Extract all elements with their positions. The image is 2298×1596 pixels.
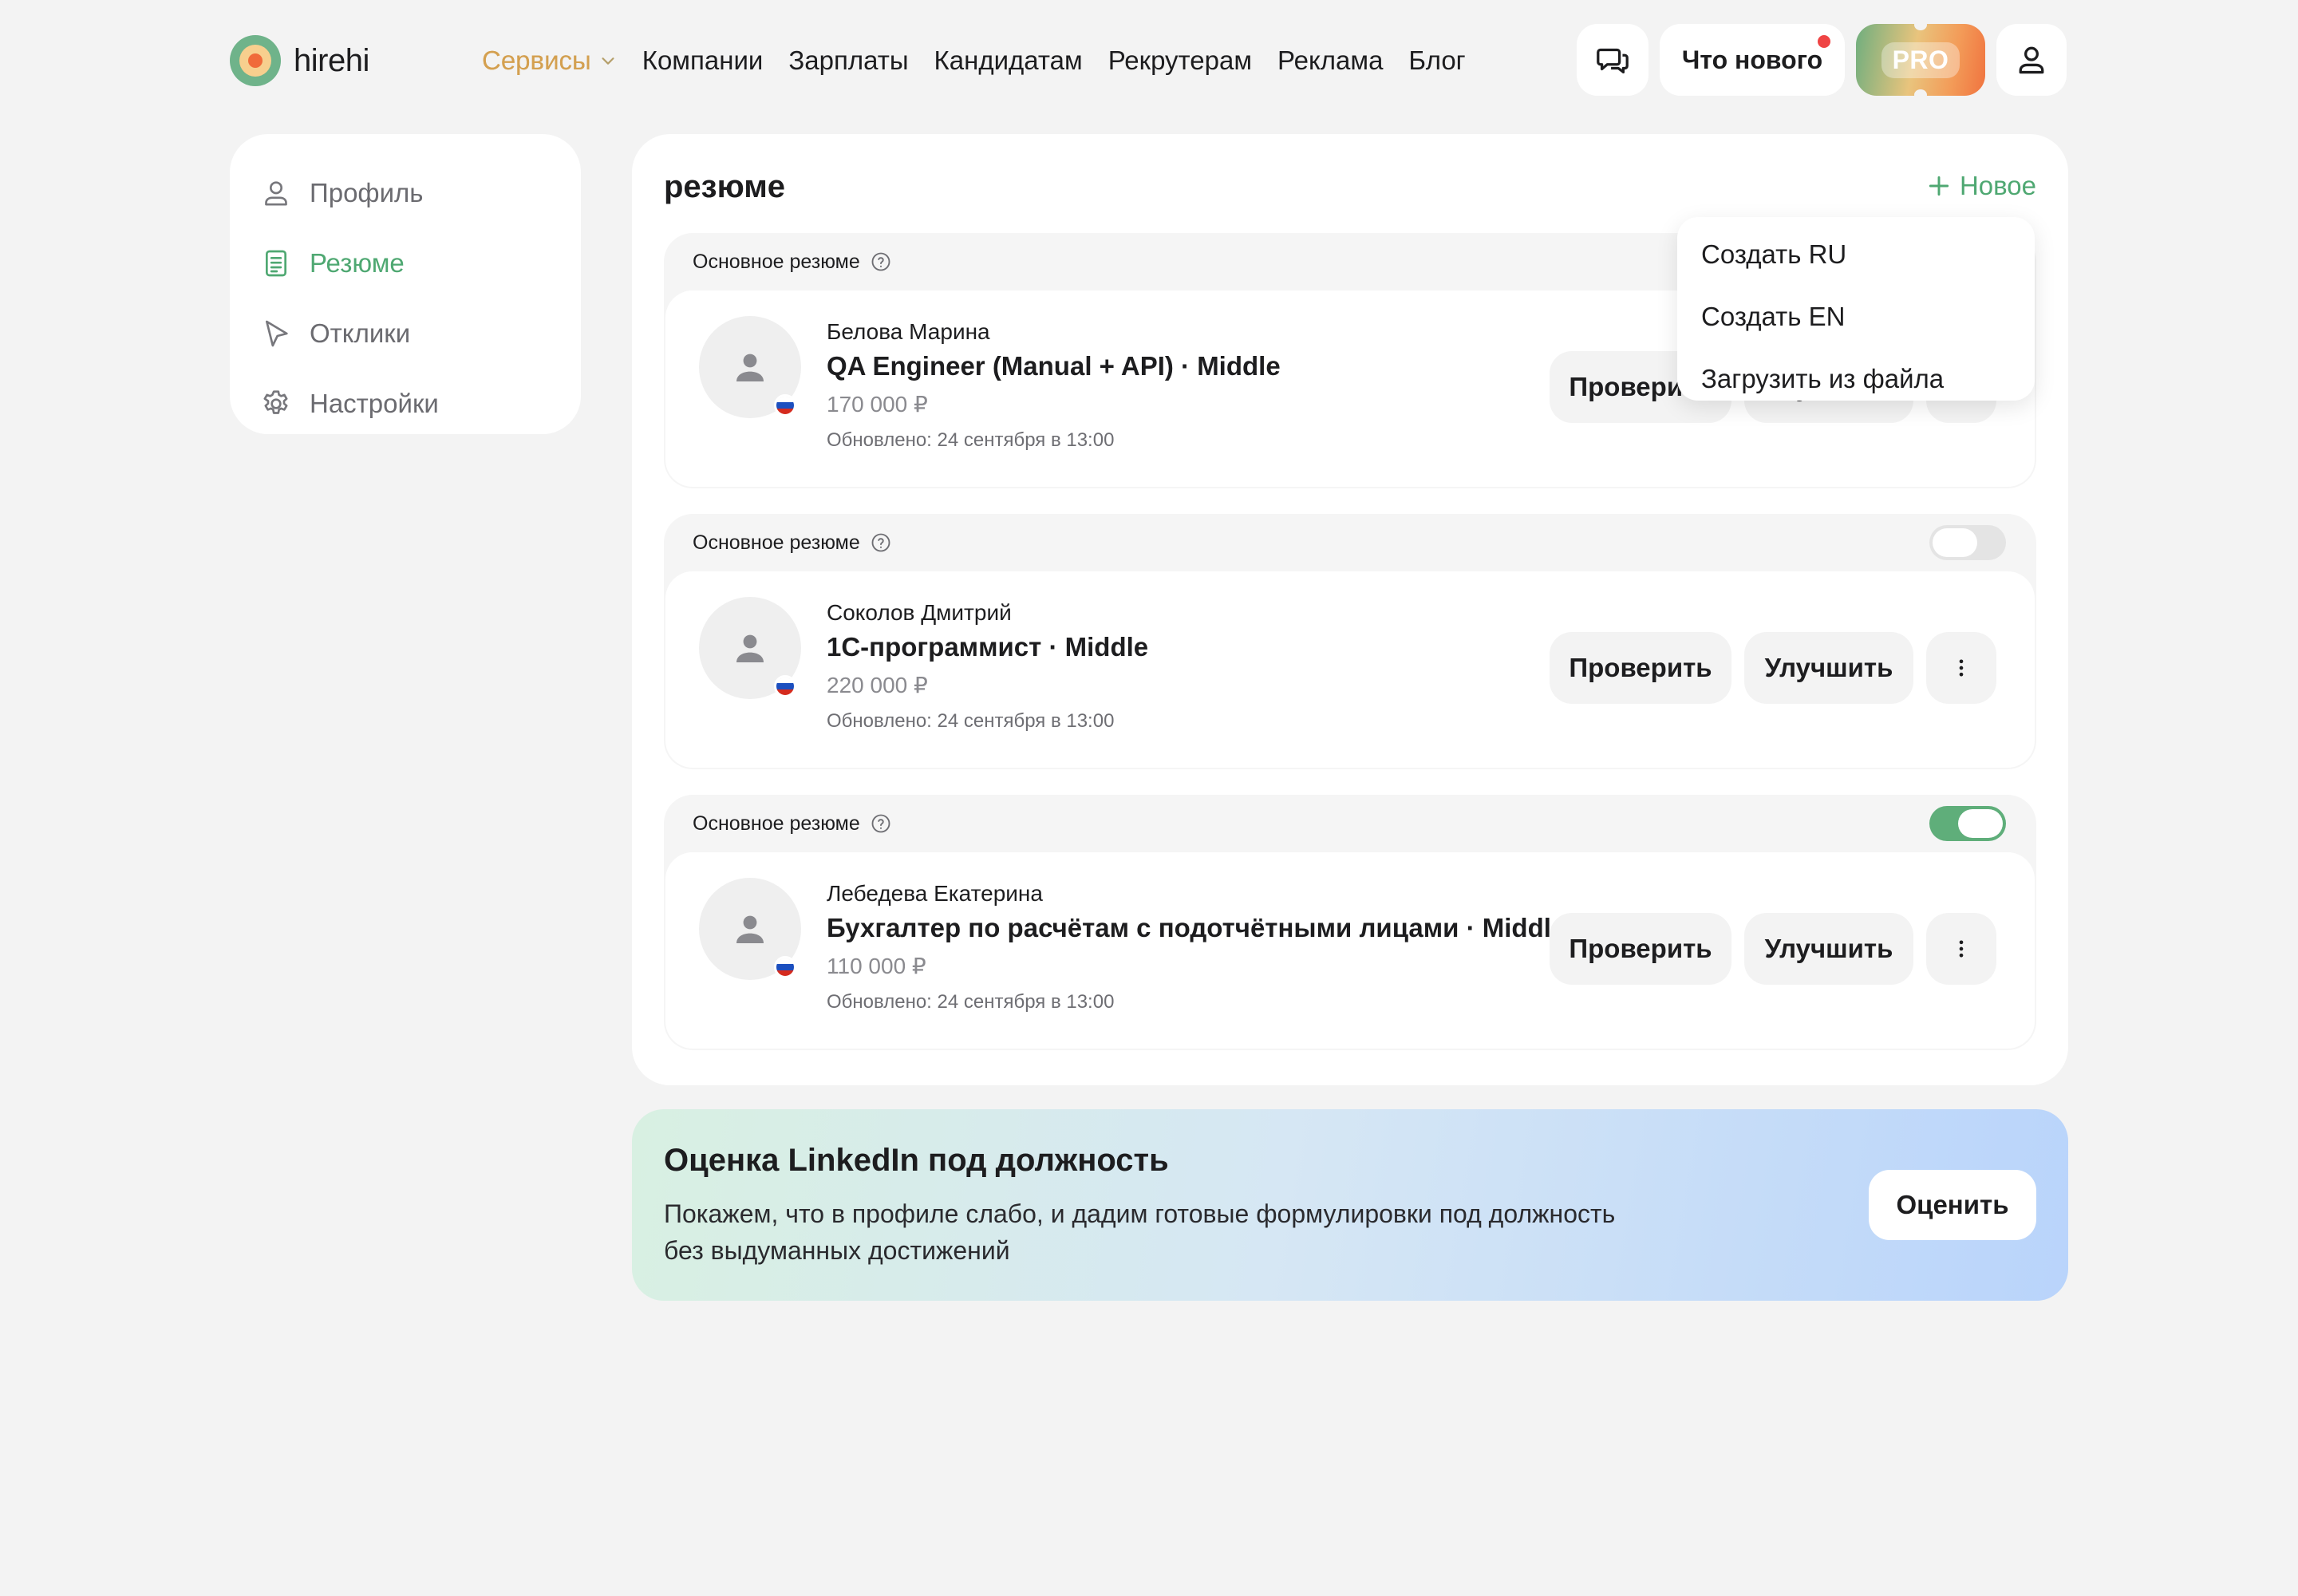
help-icon[interactable] (870, 531, 892, 554)
check-button[interactable]: Проверить (1550, 913, 1731, 985)
primary-resume-toggle[interactable] (1929, 525, 2006, 560)
more-button[interactable] (1926, 913, 1996, 985)
new-resume-label: Новое (1959, 171, 2036, 200)
help-icon[interactable] (870, 812, 892, 835)
banner-text: Покажем, что в профиле слабо, и дадим го… (664, 1199, 1616, 1265)
resume-updated: Обновлено: 24 сентября в 13:00 (827, 710, 1115, 732)
sidebar-item-label: Отклики (310, 318, 411, 348)
nav-ads[interactable]: Реклама (1277, 45, 1383, 76)
sidebar: Профиль Резюме Отклики Настройки (230, 134, 581, 434)
top-header: hirehi Сервисы Компании Зарплаты Кандида… (0, 0, 2298, 120)
account-button[interactable] (1996, 24, 2067, 96)
sidebar-item-label: Настройки (310, 389, 439, 418)
sidebar-item-profile[interactable]: Профиль (230, 158, 581, 228)
resume-name: Соколов Дмитрий (827, 600, 1012, 625)
resume-salary: 170 000 ₽ (827, 392, 928, 417)
resume-salary: 110 000 ₽ (827, 954, 926, 978)
pro-notch-bottom (1914, 89, 1927, 101)
improve-button[interactable]: Улучшить (1744, 913, 1913, 985)
logo-text: hirehi (294, 42, 369, 78)
resume-name: Лебедева Екатерина (827, 881, 1043, 906)
pro-notch-top (1914, 19, 1927, 30)
page-title: резюме (664, 169, 786, 204)
resume-title[interactable]: Бухгалтер по расчётам с подотчётными лиц… (827, 913, 1566, 943)
whats-new-label: Что нового (1681, 45, 1823, 74)
nav-services[interactable]: Сервисы (482, 45, 617, 76)
sidebar-item-label: Профиль (310, 178, 424, 207)
nav-services-label: Сервисы (482, 45, 591, 75)
person-icon (736, 634, 764, 662)
resume-card-body[interactable]: Лебедева Екатерина Бухгалтер по расчётам… (665, 852, 2035, 1049)
linkedin-banner: Оценка LinkedIn под должность Покажем, ч… (632, 1109, 2068, 1301)
menu-item-create-ru[interactable]: Создать RU (1677, 223, 2035, 286)
nav-recruiters[interactable]: Рекрутерам (1108, 45, 1252, 76)
chat-button[interactable] (1577, 24, 1648, 96)
chevron-down-icon (602, 57, 614, 65)
logo[interactable]: hirehi (230, 35, 369, 86)
send-icon (259, 316, 294, 351)
notification-dot (1818, 35, 1830, 48)
more-vertical-icon (1959, 659, 1964, 677)
menu-item-upload-file[interactable]: Загрузить из файла (1677, 348, 2035, 410)
russia-flag-icon (774, 394, 796, 417)
plus-icon (1929, 176, 1949, 196)
evaluate-button[interactable]: Оценить (1869, 1170, 2036, 1240)
resume-title[interactable]: QA Engineer (Manual + API) · Middle (827, 351, 1281, 381)
banner-title: Оценка LinkedIn под должность (664, 1143, 1169, 1178)
check-button[interactable]: Проверить (1550, 632, 1731, 704)
menu-item-create-en[interactable]: Создать EN (1677, 286, 2035, 348)
resume-salary: 220 000 ₽ (827, 673, 928, 697)
help-icon[interactable] (870, 251, 892, 273)
sidebar-item-label: Резюме (310, 248, 405, 278)
russia-flag-icon (774, 956, 796, 978)
logo-mark-icon (230, 35, 281, 86)
improve-button[interactable]: Улучшить (1744, 632, 1913, 704)
person-icon (736, 354, 764, 381)
more-vertical-icon (1959, 940, 1964, 958)
russia-flag-icon (774, 675, 796, 697)
resume-card: Основное резюме Лебедева Екатерина Бухга… (664, 795, 2036, 1050)
new-resume-button[interactable]: Новое (1926, 171, 2036, 201)
sidebar-item-responses[interactable]: Отклики (230, 298, 581, 369)
pro-label: PRO (1881, 41, 1960, 78)
resume-title[interactable]: 1С-программист · Middle (827, 632, 1148, 662)
new-resume-dropdown: Создать RU Создать EN Загрузить из файла (1677, 217, 2035, 401)
toggle-knob (1933, 528, 1977, 557)
nav-blog[interactable]: Блог (1408, 45, 1465, 76)
gear-icon (259, 386, 294, 421)
sidebar-item-resume[interactable]: Резюме (230, 228, 581, 298)
main-nav: Сервисы Компании Зарплаты Кандидатам Рек… (482, 43, 1491, 78)
resume-card-header: Основное резюме (693, 530, 892, 555)
primary-resume-label: Основное резюме (693, 812, 860, 835)
pro-button[interactable]: PRO (1856, 19, 1985, 101)
more-button[interactable] (1926, 632, 1996, 704)
resume-updated: Обновлено: 24 сентября в 13:00 (827, 991, 1115, 1013)
document-icon (259, 246, 294, 281)
person-icon (736, 915, 764, 943)
primary-resume-label: Основное резюме (693, 250, 860, 273)
whats-new-button[interactable]: Что нового (1660, 24, 1845, 96)
resume-name: Белова Марина (827, 319, 990, 344)
primary-resume-toggle[interactable] (1929, 806, 2006, 841)
sidebar-item-settings[interactable]: Настройки (230, 369, 581, 439)
nav-salaries[interactable]: Зарплаты (788, 45, 908, 76)
primary-resume-label: Основное резюме (693, 531, 860, 554)
nav-companies[interactable]: Компании (642, 45, 764, 76)
resume-card-header: Основное резюме (693, 249, 892, 275)
resume-card-body[interactable]: Соколов Дмитрий 1С-программист · Middle … (665, 571, 2035, 768)
user-icon (2019, 46, 2044, 74)
resume-card: Основное резюме Соколов Дмитрий 1С-прогр… (664, 514, 2036, 769)
resume-updated: Обновлено: 24 сентября в 13:00 (827, 429, 1115, 451)
toggle-knob (1958, 809, 2003, 838)
user-icon (259, 176, 294, 211)
chat-icon (1597, 48, 1629, 73)
resume-card-header: Основное резюме (693, 811, 892, 836)
nav-candidates[interactable]: Кандидатам (934, 45, 1083, 76)
